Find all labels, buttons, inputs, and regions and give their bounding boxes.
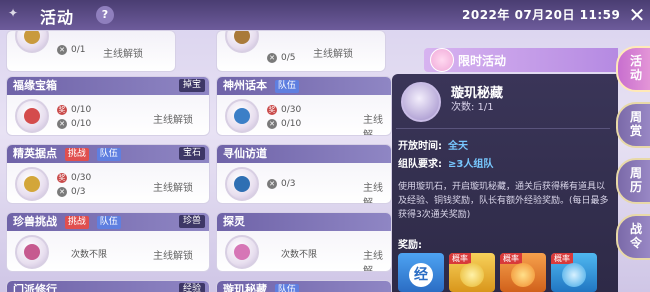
unlock-text: 主线解锁 bbox=[103, 49, 143, 60]
activity-card-menpai[interactable]: 门派修行 经验 bbox=[6, 280, 210, 292]
limited-activity-icon bbox=[430, 48, 454, 72]
activity-icon bbox=[225, 99, 259, 133]
unlock-text: 主线解锁 bbox=[153, 183, 193, 194]
activity-card-xuanji[interactable]: 璇玑秘藏 队伍 bbox=[216, 280, 392, 292]
unlock-text: 主线解锁 bbox=[153, 115, 193, 126]
tab-label: 战令 bbox=[629, 222, 642, 250]
page-title: 活动 bbox=[40, 8, 75, 27]
rate-badge: 概率 bbox=[551, 253, 573, 264]
activity-card-1[interactable]: ✕ 0/5 主线解锁 bbox=[216, 30, 386, 72]
drop-badge: 经验 bbox=[178, 283, 205, 292]
datetime: 2022年 07月20日 11:59 bbox=[462, 8, 621, 22]
unlock-text: 主线解 bbox=[363, 183, 383, 204]
activity-icon bbox=[225, 235, 259, 269]
exp-icon: 经 bbox=[409, 263, 433, 287]
stat-value: 0/30 bbox=[71, 173, 92, 183]
activity-card-xunxian[interactable]: 寻仙访道 ✕ 0/3 主线解 bbox=[216, 144, 392, 204]
unlock-text: 主线解 bbox=[363, 251, 383, 272]
reward-item-1[interactable]: 概率 bbox=[449, 253, 495, 292]
tab-weekly-reward[interactable]: 周赏 bbox=[616, 102, 650, 148]
activity-name: 神州话本 bbox=[223, 79, 267, 92]
stat-value: 0/10 bbox=[71, 105, 92, 115]
open-time-value: 全天 bbox=[448, 141, 468, 152]
reward-icon: 奖 bbox=[267, 105, 277, 115]
stat-value: 0/10 bbox=[281, 119, 302, 129]
clear-icon: ✕ bbox=[57, 119, 67, 129]
activity-card-0[interactable]: ✕ 0/1 主线解锁 bbox=[6, 30, 176, 72]
coin-icon bbox=[460, 263, 484, 287]
tab-activity[interactable]: 活动 bbox=[616, 46, 650, 92]
activity-icon bbox=[15, 99, 49, 133]
reward-item-exp[interactable]: 经 bbox=[398, 253, 444, 292]
tab-label: 周历 bbox=[629, 166, 642, 194]
team-req-label: 组队要求: bbox=[398, 159, 442, 170]
unlock-text: 主线解锁 bbox=[153, 251, 193, 262]
help-icon[interactable]: ? bbox=[96, 6, 114, 24]
activity-icon bbox=[225, 167, 259, 201]
stat-value: 0/1 bbox=[71, 45, 86, 55]
clear-icon: ✕ bbox=[267, 53, 277, 63]
activity-name: 探灵 bbox=[223, 215, 245, 228]
reward-label: 奖励: bbox=[398, 240, 422, 251]
team-req-value: ≥3人组队 bbox=[448, 159, 494, 170]
activity-card-shenzhou[interactable]: 神州话本 队伍 奖 0/30 ✕ 0/10 主线解 bbox=[216, 76, 392, 136]
open-time-label: 开放时间: bbox=[398, 141, 442, 152]
stat-value: 0/3 bbox=[281, 179, 296, 189]
clear-icon: ✕ bbox=[57, 187, 67, 197]
stat-value: 0/10 bbox=[71, 119, 92, 129]
activity-name: 精英据点 bbox=[13, 147, 57, 160]
rate-badge: 概率 bbox=[449, 253, 471, 264]
drop-badge: 掉宝 bbox=[178, 79, 205, 92]
activity-name: 福缘宝箱 bbox=[13, 79, 57, 92]
activity-card-jingying[interactable]: 精英据点 挑战 队伍 宝石 奖 0/30 ✕ 0/3 主线解锁 bbox=[6, 144, 210, 204]
team-tag: 队伍 bbox=[274, 284, 299, 292]
stat-value: 次数不限 bbox=[71, 250, 108, 260]
activity-icon bbox=[15, 167, 49, 201]
reward-item-3[interactable]: 概率 bbox=[551, 253, 597, 292]
drop-badge: 珍兽 bbox=[178, 215, 205, 228]
detail-count: 次数: 1/1 bbox=[451, 102, 494, 113]
stat-value: 0/5 bbox=[281, 53, 296, 63]
reward-item-2[interactable]: 概率 bbox=[500, 253, 546, 292]
team-tag: 队伍 bbox=[96, 148, 121, 161]
sparkle-icon: ✦ bbox=[8, 6, 19, 20]
activity-card-fuyuan[interactable]: 福缘宝箱 掉宝 奖 0/10 ✕ 0/10 主线解锁 bbox=[6, 76, 210, 136]
tab-label: 活动 bbox=[629, 54, 642, 82]
challenge-tag: 挑战 bbox=[64, 148, 89, 161]
reward-icon: 奖 bbox=[57, 105, 67, 115]
flame-icon bbox=[511, 263, 535, 287]
clear-icon: ✕ bbox=[267, 179, 277, 189]
drop-badge: 宝石 bbox=[178, 147, 205, 160]
activity-name: 璇玑秘藏 bbox=[223, 283, 267, 292]
limited-activity-label: 限时活动 bbox=[458, 54, 507, 68]
activity-icon bbox=[15, 235, 49, 269]
close-icon[interactable]: ✕ bbox=[626, 4, 648, 26]
reward-icon: 奖 bbox=[57, 173, 67, 183]
team-tag: 队伍 bbox=[96, 216, 121, 229]
activity-icon bbox=[15, 31, 49, 53]
activity-name: 珍兽挑战 bbox=[13, 215, 57, 228]
rate-badge: 概率 bbox=[500, 253, 522, 264]
activity-card-zhenshou[interactable]: 珍兽挑战 挑战 队伍 珍兽 次数不限 主线解锁 bbox=[6, 212, 210, 272]
challenge-tag: 挑战 bbox=[64, 216, 89, 229]
tab-label: 周赏 bbox=[629, 110, 642, 138]
activity-icon bbox=[225, 31, 259, 53]
team-tag: 队伍 bbox=[274, 80, 299, 93]
activity-detail-icon bbox=[401, 82, 441, 122]
stat-value: 0/30 bbox=[281, 105, 302, 115]
unlock-text: 主线解锁 bbox=[313, 49, 353, 60]
scroll-icon bbox=[562, 263, 586, 287]
tab-battle-pass[interactable]: 战令 bbox=[616, 214, 650, 260]
detail-description: 使用璇玑石，开启璇玑秘藏，通关后获得稀有道具以及经验、铜钱奖励，队长有额外经验奖… bbox=[398, 182, 609, 220]
stat-value: 次数不限 bbox=[281, 250, 318, 260]
tab-weekly-calendar[interactable]: 周历 bbox=[616, 158, 650, 204]
stat-value: 0/3 bbox=[71, 187, 86, 197]
divider bbox=[396, 128, 610, 129]
unlock-text: 主线解 bbox=[363, 115, 383, 136]
activity-card-tanling[interactable]: 探灵 次数不限 主线解 bbox=[216, 212, 392, 272]
clear-icon: ✕ bbox=[57, 45, 67, 55]
activity-name: 寻仙访道 bbox=[223, 147, 267, 160]
activity-name: 门派修行 bbox=[13, 283, 57, 292]
clear-icon: ✕ bbox=[267, 119, 277, 129]
